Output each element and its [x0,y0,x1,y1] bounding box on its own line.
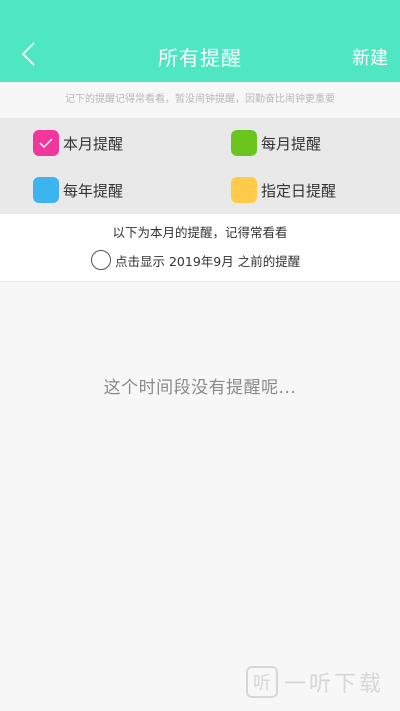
filter-monthly-checkbox[interactable] [231,130,257,156]
filter-yearly[interactable]: 每年提醒 [33,177,123,203]
filter-specific-date-checkbox[interactable] [231,177,257,203]
watermark-logo: 听 [246,666,278,698]
filter-label: 指定日提醒 [261,181,337,200]
app-header: 所有提醒 新建 [0,0,400,82]
empty-state-message: 这个时间段没有提醒呢... [103,378,297,398]
filter-this-month-checkbox[interactable] [33,130,59,156]
filter-label: 本月提醒 [63,134,124,153]
check-icon [39,138,53,148]
info-section: 以下为本月的提醒，记得常看看 点击显示 2019年9月 之前的提醒 [0,214,400,282]
watermark: 听 一听下载 [246,666,384,698]
filter-specific-date[interactable]: 指定日提醒 [231,177,336,203]
watermark-text: 一听下载 [284,672,385,697]
filter-monthly[interactable]: 每月提醒 [231,130,321,156]
hint-text: 记下的提醒记得常看看，暂没闹钟提醒，因勤奋比闹钟更重要 [0,82,400,118]
new-reminder-button[interactable]: 新建 [352,44,388,70]
page-title: 所有提醒 [158,46,242,70]
this-month-info: 以下为本月的提醒，记得常看看 [112,225,288,240]
show-previous-label: 点击显示 2019年9月 之前的提醒 [115,253,301,269]
filter-panel: 本月提醒 每月提醒 每年提醒 指定日提醒 [0,118,400,214]
filter-yearly-checkbox[interactable] [33,177,59,203]
filter-this-month[interactable]: 本月提醒 [33,130,123,156]
show-previous-toggle[interactable]: 点击显示 2019年9月 之前的提醒 [91,250,300,270]
show-previous-radio[interactable] [91,250,111,270]
filter-label: 每月提醒 [261,134,322,153]
filter-label: 每年提醒 [63,181,124,200]
